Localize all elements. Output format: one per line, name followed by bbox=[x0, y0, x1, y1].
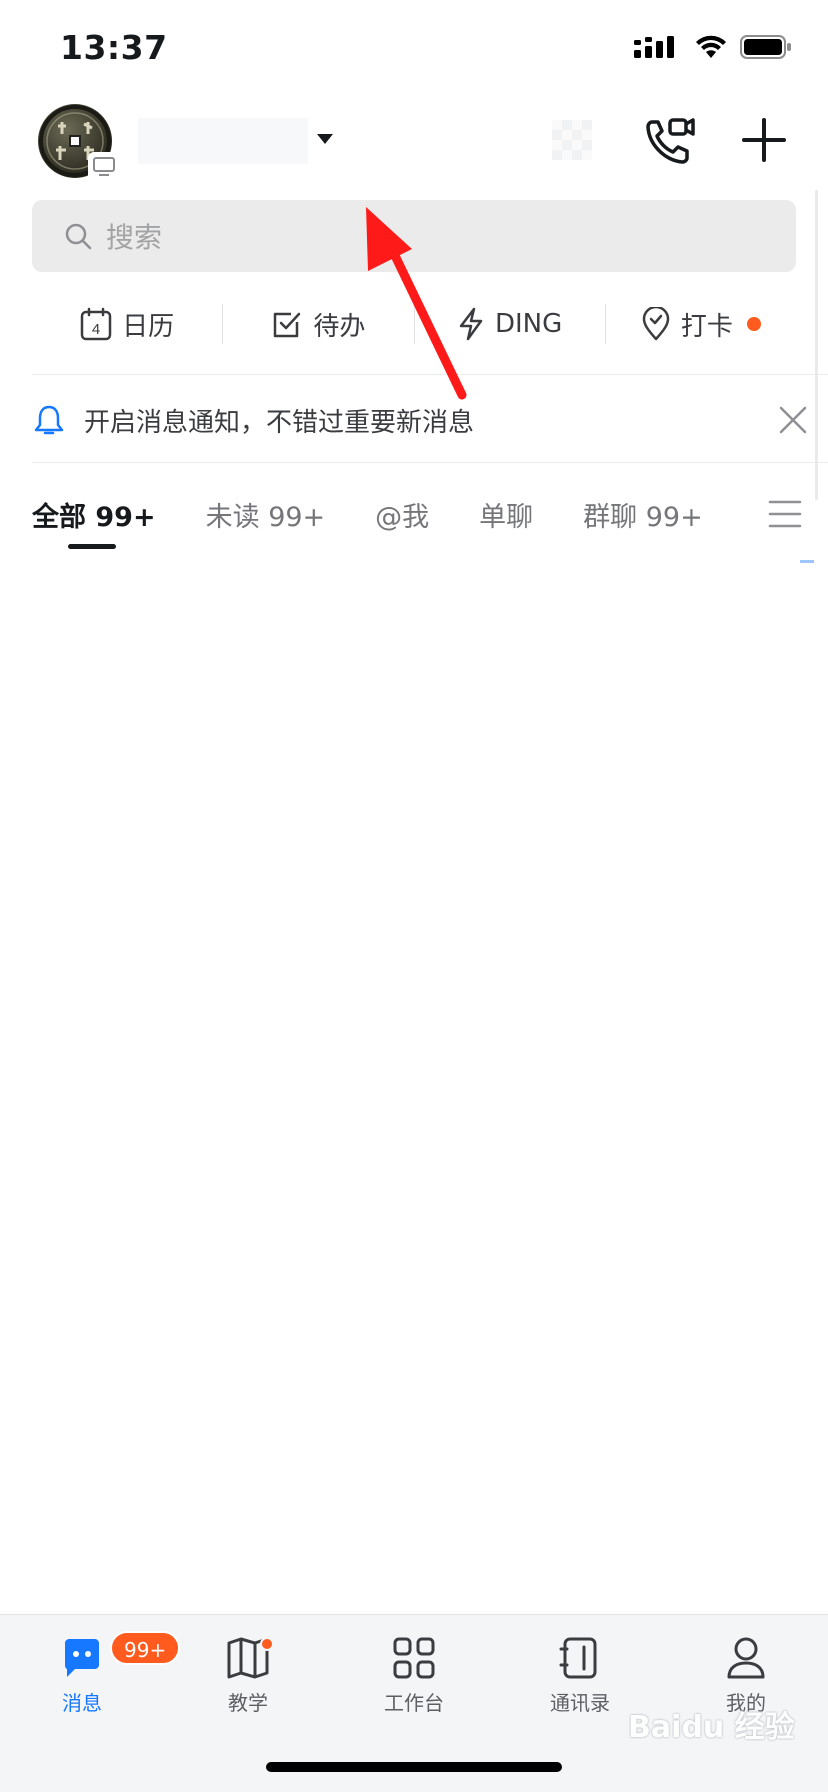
message-filter-tabs: 全部 99+ 未读 99+ @我 单聊 群聊 99+ bbox=[32, 478, 802, 550]
nav-messages[interactable]: 消息 99+ bbox=[22, 1631, 181, 1735]
person-icon bbox=[727, 1637, 765, 1679]
tab-mentions[interactable]: @我 bbox=[375, 495, 429, 534]
tab-single-chat[interactable]: 单聊 bbox=[479, 495, 533, 534]
video-call-icon[interactable] bbox=[642, 114, 696, 168]
caret-down-icon[interactable] bbox=[317, 134, 333, 144]
calendar-icon: 4 bbox=[80, 307, 112, 341]
menu-icon[interactable] bbox=[768, 494, 802, 534]
quick-todo-label: 待办 bbox=[313, 311, 366, 342]
close-icon[interactable] bbox=[778, 405, 808, 435]
quick-ding-label: DING bbox=[494, 309, 563, 339]
org-name-redacted[interactable] bbox=[138, 118, 308, 164]
wifi-icon bbox=[696, 35, 726, 58]
scroll-mark bbox=[800, 560, 814, 563]
signal-icon bbox=[634, 36, 674, 58]
pc-status-badge bbox=[88, 152, 120, 182]
coin-hole bbox=[69, 135, 81, 147]
tab-unread[interactable]: 未读 99+ bbox=[206, 495, 326, 534]
bell-icon bbox=[34, 405, 64, 435]
desktop-icon bbox=[93, 157, 115, 176]
nav-contacts[interactable]: 通讯录 bbox=[520, 1635, 640, 1735]
nav-workbench-label: 工作台 bbox=[384, 1691, 444, 1715]
nav-teaching-label: 教学 bbox=[228, 1691, 268, 1715]
grid-icon bbox=[393, 1637, 435, 1679]
quick-calendar[interactable]: 4 日历 bbox=[32, 306, 222, 343]
nav-new-dot bbox=[260, 1637, 274, 1651]
watermark: Baidu 经验 bbox=[628, 1710, 795, 1745]
calendar-day: 4 bbox=[92, 321, 100, 338]
search-icon bbox=[65, 223, 92, 250]
divider bbox=[32, 462, 828, 463]
tab-all[interactable]: 全部 99+ bbox=[32, 495, 156, 534]
active-tab-indicator bbox=[68, 544, 116, 549]
status-time: 13:37 bbox=[60, 28, 168, 67]
nav-teaching[interactable]: 教学 bbox=[188, 1635, 308, 1735]
address-book-icon bbox=[559, 1637, 597, 1679]
notification-text: 开启消息通知，不错过重要新消息 bbox=[84, 407, 475, 438]
plus-icon[interactable] bbox=[740, 116, 788, 164]
mosaic-icon[interactable] bbox=[552, 120, 592, 160]
chat-icon bbox=[65, 1639, 99, 1677]
quick-checkin[interactable]: 打卡 bbox=[606, 306, 796, 343]
annotation-arrow-icon bbox=[366, 207, 467, 400]
nav-workbench[interactable]: 工作台 bbox=[354, 1635, 474, 1735]
nav-messages-label: 消息 bbox=[62, 1691, 102, 1715]
status-icons bbox=[632, 34, 792, 60]
new-dot bbox=[746, 317, 761, 331]
quick-calendar-label: 日历 bbox=[122, 311, 175, 342]
status-bar: 13:37 bbox=[0, 0, 828, 96]
header bbox=[0, 96, 828, 188]
location-icon bbox=[642, 307, 670, 341]
battery-icon bbox=[740, 35, 791, 59]
search-placeholder: 搜索 bbox=[106, 221, 163, 254]
scrollbar[interactable] bbox=[815, 190, 818, 500]
nav-contacts-label: 通讯录 bbox=[550, 1691, 610, 1715]
tab-group-chat[interactable]: 群聊 99+ bbox=[583, 495, 703, 534]
checkbox-icon bbox=[274, 312, 301, 338]
quick-checkin-label: 打卡 bbox=[680, 311, 733, 342]
unread-badge: 99+ bbox=[110, 1631, 181, 1665]
home-indicator[interactable] bbox=[266, 1762, 562, 1772]
